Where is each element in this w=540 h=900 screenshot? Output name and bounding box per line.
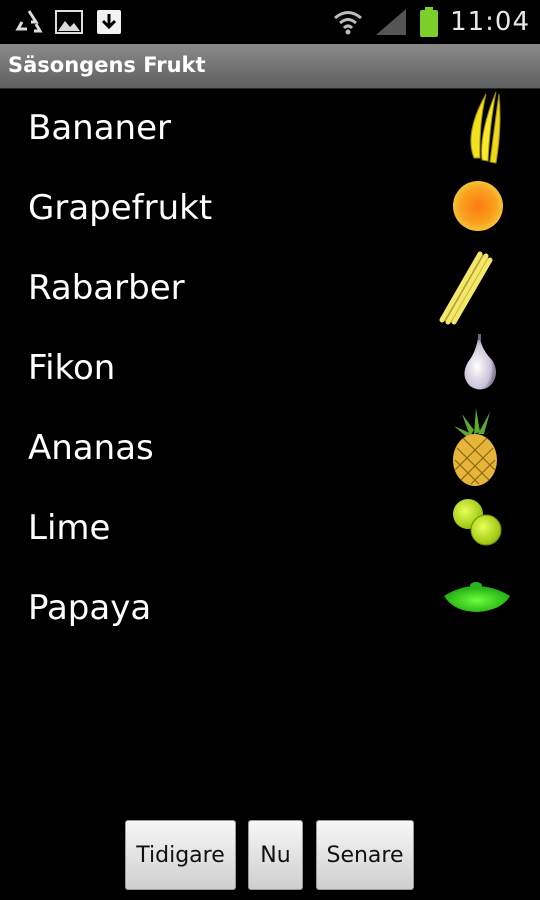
list-item-fikon[interactable]: Fikon xyxy=(0,328,540,408)
status-bar: 11:04 xyxy=(0,0,540,44)
next-button[interactable]: Senare xyxy=(316,820,414,890)
season-navigation: Tidigare Nu Senare xyxy=(0,820,540,892)
pineapple-icon xyxy=(424,408,514,488)
signal-icon xyxy=(376,9,407,35)
fruit-label: Lime xyxy=(28,508,111,548)
fruit-label: Rabarber xyxy=(28,268,185,308)
wifi-icon xyxy=(334,11,363,35)
image-icon xyxy=(55,10,83,34)
fruit-label: Grapefrukt xyxy=(28,188,213,228)
rhubarb-icon xyxy=(424,248,514,328)
clock: 11:04 xyxy=(450,7,530,37)
fruit-label: Fikon xyxy=(28,348,116,388)
previous-button[interactable]: Tidigare xyxy=(125,820,236,890)
list-item-rabarber[interactable]: Rabarber xyxy=(0,248,540,328)
list-item-lime[interactable]: Lime xyxy=(0,488,540,568)
fruit-label: Papaya xyxy=(28,588,152,628)
download-icon xyxy=(97,10,121,34)
fruit-label: Ananas xyxy=(28,428,154,468)
list-item-papaya[interactable]: Papaya xyxy=(0,568,540,648)
system-icons: 11:04 xyxy=(332,6,530,38)
fruit-label: Bananer xyxy=(28,108,171,148)
recycle-icon xyxy=(15,10,43,33)
list-item-grapefrukt[interactable]: Grapefrukt xyxy=(0,168,540,248)
app-title: Säsongens Frukt xyxy=(8,53,206,77)
now-button[interactable]: Nu xyxy=(248,820,303,890)
fruit-list: Bananer Grapefrukt Rabarber Fikon Ananas… xyxy=(0,88,540,648)
app-title-bar: Säsongens Frukt xyxy=(0,44,540,89)
papaya-icon xyxy=(424,568,514,648)
list-item-bananer[interactable]: Bananer xyxy=(0,88,540,168)
notification-icons xyxy=(14,7,124,37)
grapefruit-icon xyxy=(424,168,514,248)
list-item-ananas[interactable]: Ananas xyxy=(0,408,540,488)
banana-icon xyxy=(424,88,514,168)
lime-icon xyxy=(424,488,514,568)
fig-icon xyxy=(424,328,514,408)
battery-icon xyxy=(420,7,439,37)
